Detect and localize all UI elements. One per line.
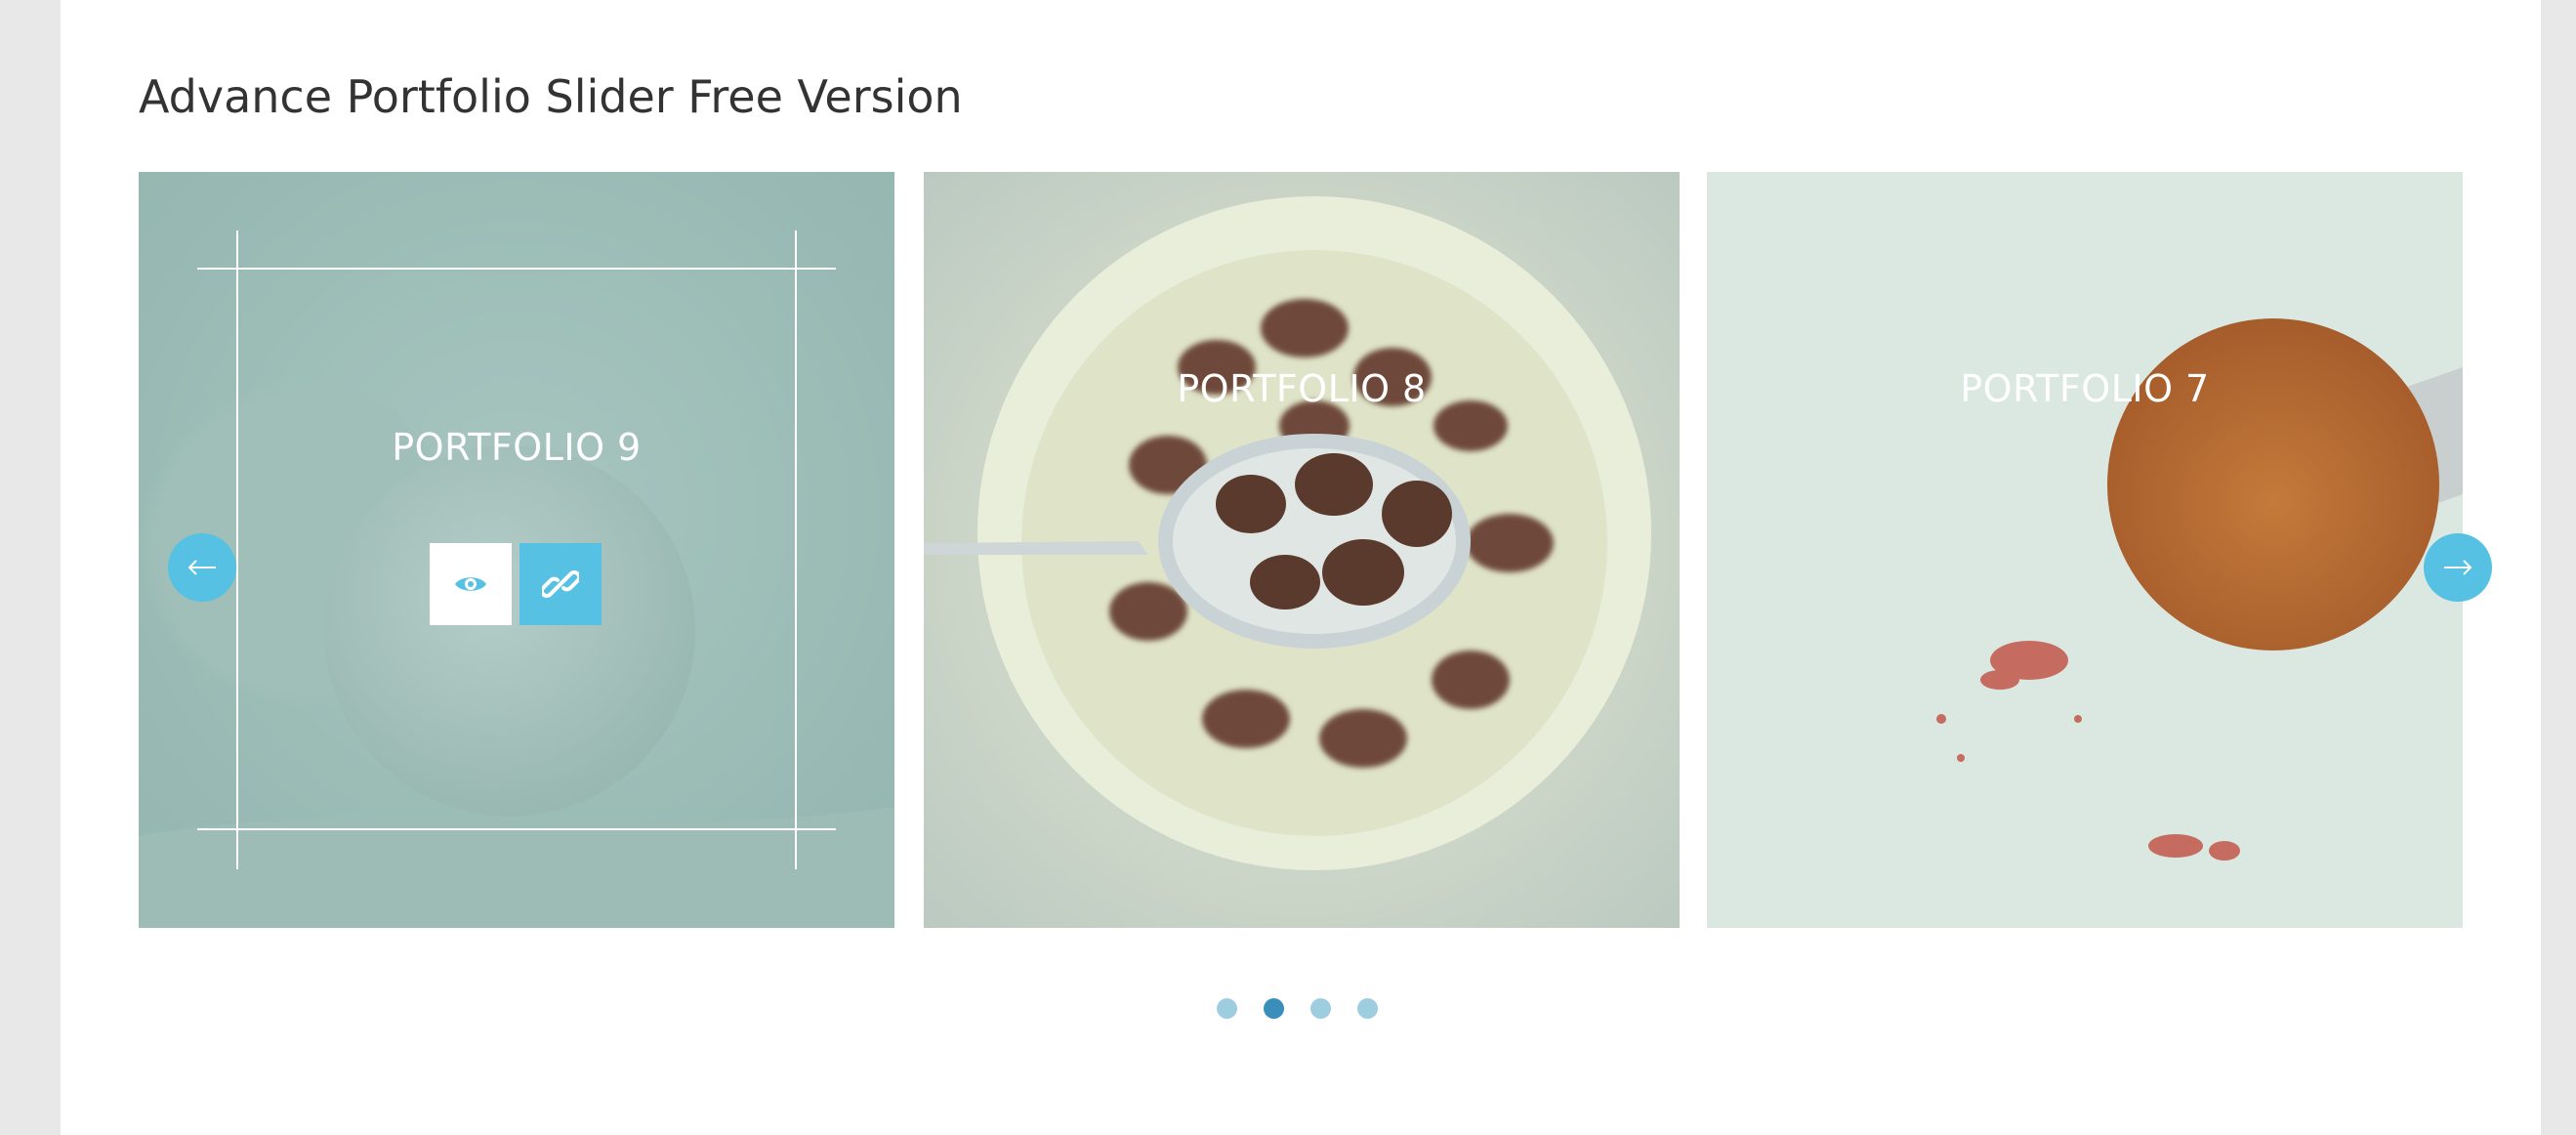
makeup-brush-photo: [1707, 172, 2463, 928]
pagination-dot[interactable]: [1217, 998, 1237, 1019]
arrow-right-icon: [2444, 560, 2472, 575]
frame-line-bottom: [197, 828, 836, 830]
next-button[interactable]: [2424, 533, 2492, 602]
link-icon: [542, 570, 579, 598]
slide-title: PORTFOLIO 8: [1177, 367, 1427, 410]
frame-line-top: [197, 268, 836, 270]
pagination-dots: [1217, 998, 1378, 1019]
slide-title: PORTFOLIO 9: [392, 426, 642, 469]
prev-button[interactable]: [168, 533, 236, 602]
page-title: Advance Portfolio Slider Free Version: [139, 70, 963, 123]
portfolio-slider[interactable]: PORTFOLIO 9 PORTFOLIO 8 PORTFOLIO 7: [139, 172, 2492, 928]
slide-portfolio-9[interactable]: PORTFOLIO 9: [139, 172, 894, 928]
eye-icon: [455, 577, 486, 591]
yarn-ball-photo: [139, 172, 894, 928]
arrow-left-icon: [187, 560, 216, 575]
slide-portfolio-7[interactable]: PORTFOLIO 7: [1707, 172, 2463, 928]
link-button[interactable]: [519, 543, 602, 625]
cereal-bowl-photo: [924, 172, 1680, 928]
view-button[interactable]: [430, 543, 512, 625]
slide-portfolio-8[interactable]: PORTFOLIO 8: [924, 172, 1680, 928]
page-container: Advance Portfolio Slider Free Version PO…: [61, 0, 2541, 1135]
pagination-dot[interactable]: [1264, 998, 1284, 1019]
slide-title: PORTFOLIO 7: [1960, 367, 2210, 410]
frame-line-right: [795, 231, 797, 869]
pagination-dot[interactable]: [1357, 998, 1378, 1019]
frame-line-left: [236, 231, 238, 869]
pagination-dot[interactable]: [1310, 998, 1331, 1019]
